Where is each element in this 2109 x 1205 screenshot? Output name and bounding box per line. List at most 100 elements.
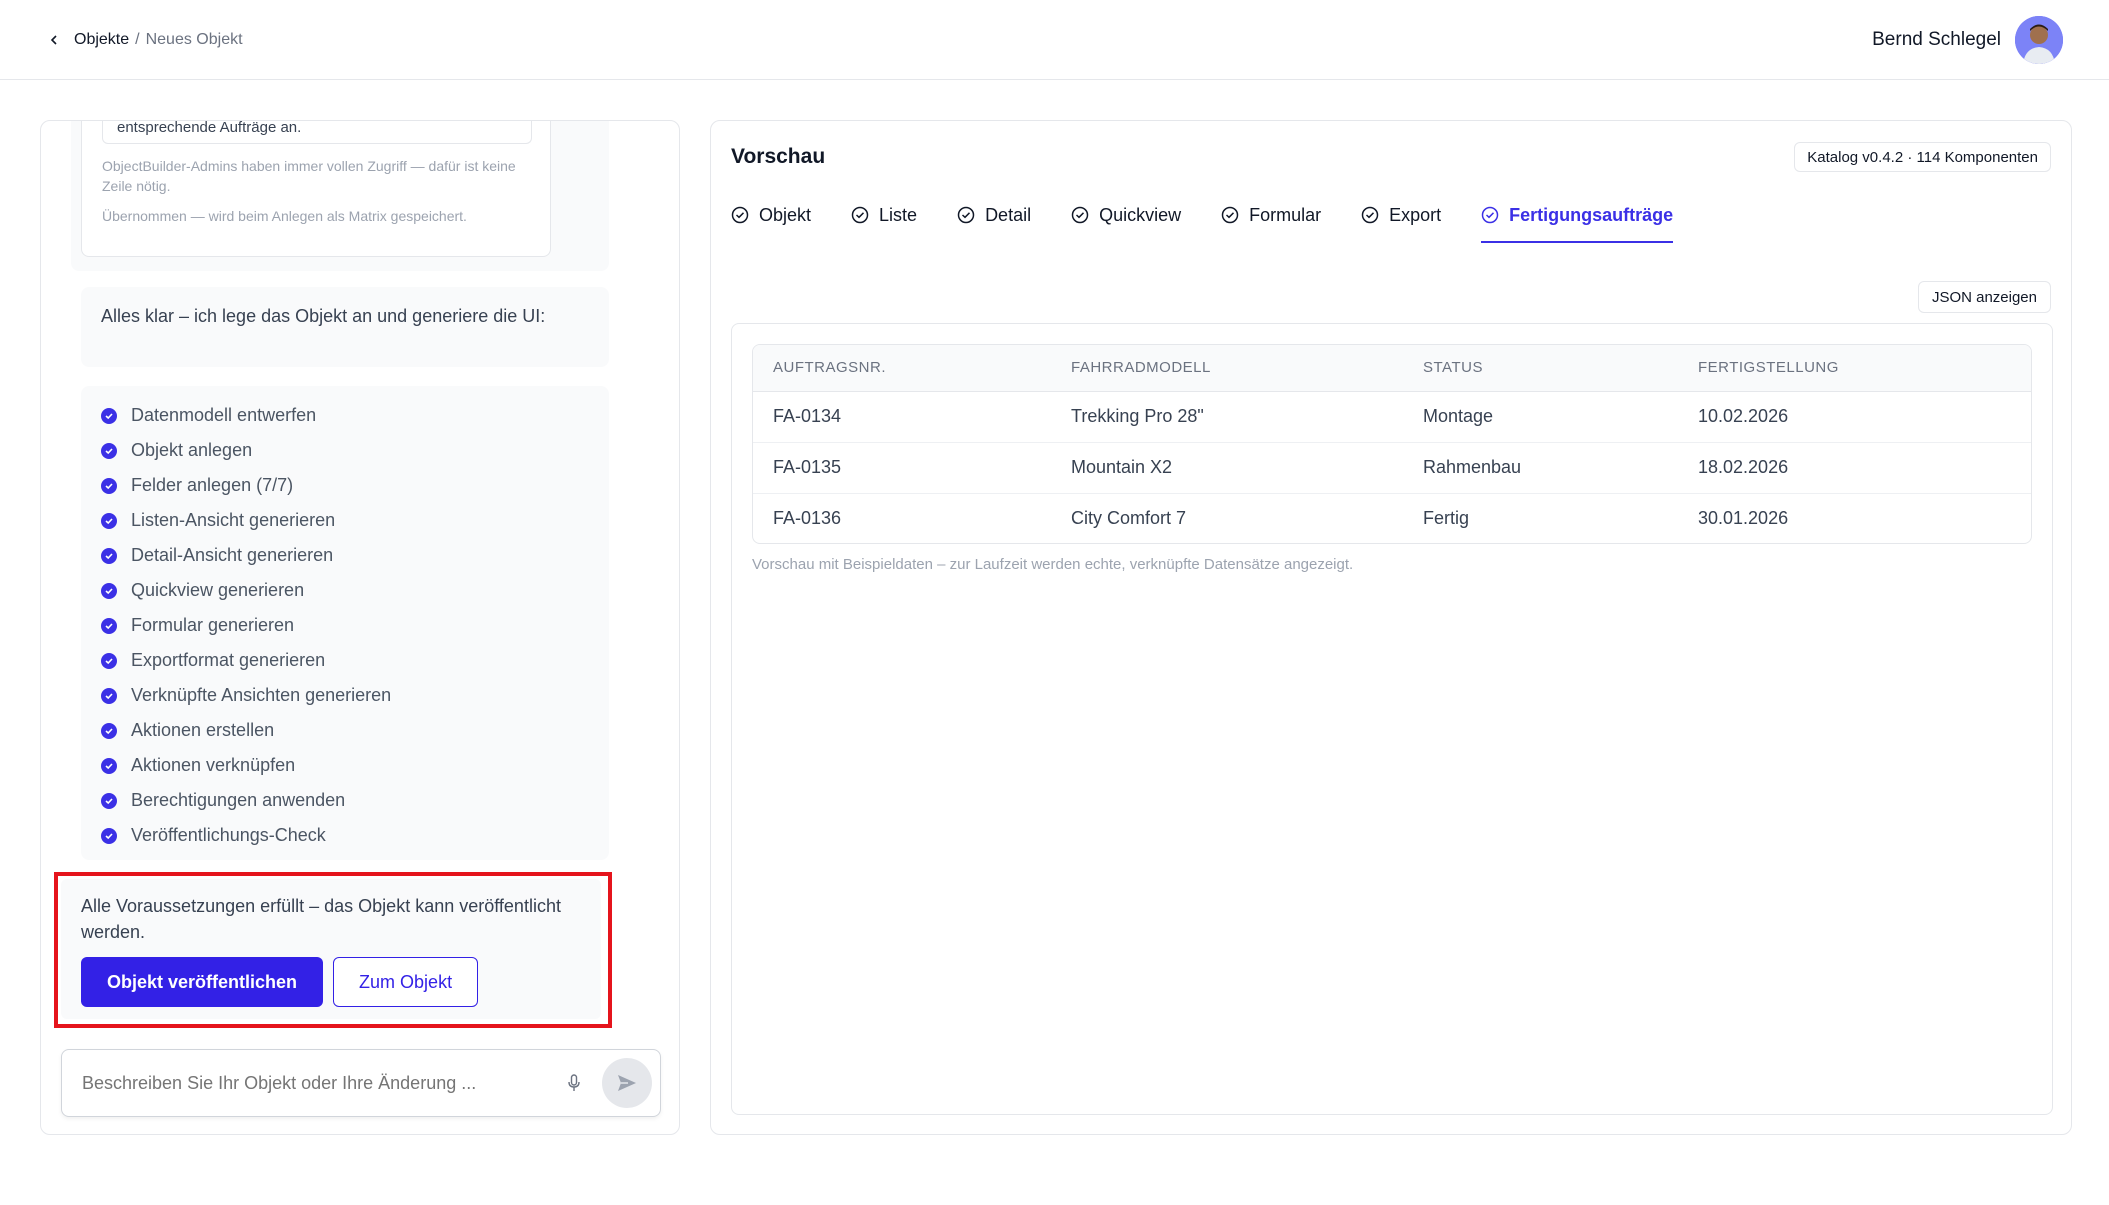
send-button[interactable] <box>602 1058 652 1108</box>
table-cell: 18.02.2026 <box>1678 442 2031 494</box>
table-row[interactable]: FA-0136 City Comfort 7 Fertig 30.01.2026 <box>753 493 2031 543</box>
step-label: Verknüpfte Ansichten generieren <box>131 685 392 705</box>
step-label: Aktionen verknüpfen <box>131 755 296 775</box>
preview-title: Vorschau <box>731 145 826 168</box>
step-item: Listen-Ansicht generieren <box>101 503 589 538</box>
preview-tabs: Objekt Liste Detail Quickview Formular E… <box>731 187 1674 243</box>
table-header-row: AUFTRAGSNR. FAHRRADMODELL STATUS FERTIGS… <box>753 345 2031 392</box>
chat-panel: entsprechende Aufträge an. ObjectBuilder… <box>40 120 680 1135</box>
permission-note-saved: Übernommen — wird beim Anlegen als Matri… <box>102 208 467 224</box>
check-circle-icon <box>731 206 749 224</box>
tab-formular[interactable]: Formular <box>1221 187 1321 243</box>
check-circle-icon <box>1071 206 1089 224</box>
check-circle-icon <box>101 722 117 739</box>
orders-table: AUFTRAGSNR. FAHRRADMODELL STATUS FERTIGS… <box>752 344 2032 544</box>
column-header: STATUS <box>1403 345 1678 392</box>
step-label: Felder anlegen (7/7) <box>131 475 294 495</box>
check-circle-icon <box>101 547 117 564</box>
table-cell: Mountain X2 <box>1051 442 1403 494</box>
table-cell: Montage <box>1403 391 1678 443</box>
catalog-badge: Katalog v0.4.2 · 114 Komponenten <box>1794 142 2051 172</box>
step-label: Berechtigungen anwenden <box>131 790 346 810</box>
tab-label: Objekt <box>759 204 812 225</box>
tab-label: Formular <box>1249 204 1322 225</box>
step-item: Exportformat generieren <box>101 643 589 678</box>
check-circle-icon <box>101 652 117 669</box>
tab-liste[interactable]: Liste <box>851 187 917 243</box>
breadcrumb-separator: / <box>135 30 140 48</box>
chat-composer <box>61 1049 661 1117</box>
tab-export[interactable]: Export <box>1361 187 1441 243</box>
step-item: Aktionen erstellen <box>101 713 589 748</box>
step-item: Detail-Ansicht generieren <box>101 538 589 573</box>
permission-row-text: entsprechende Aufträge an. <box>117 120 302 136</box>
breadcrumb-current: Neues Objekt <box>145 30 243 48</box>
table-cell: 10.02.2026 <box>1678 391 2031 443</box>
show-json-button[interactable]: JSON anzeigen <box>1917 281 2051 313</box>
check-circle-icon <box>101 687 117 704</box>
step-item: Veröffentlichungs-Check <box>101 818 589 853</box>
permission-row: entsprechende Aufträge an. <box>102 120 532 144</box>
check-circle-icon <box>101 617 117 634</box>
user-name: Bernd Schlegel <box>1872 28 2001 50</box>
check-circle-icon <box>851 206 869 224</box>
breadcrumb: Objekte / Neues Objekt <box>42 28 243 52</box>
step-label: Formular generieren <box>131 615 295 635</box>
table-cell: FA-0135 <box>753 442 1051 494</box>
table-cell: Trekking Pro 28" <box>1051 391 1403 443</box>
permission-note-admins: ObjectBuilder-Admins haben immer vollen … <box>102 158 516 194</box>
step-item: Berechtigungen anwenden <box>101 783 589 818</box>
chevron-left-icon <box>50 34 57 45</box>
step-label: Quickview generieren <box>131 580 305 600</box>
send-icon <box>618 1075 636 1091</box>
tab-label: Fertigungsaufträge <box>1509 204 1674 225</box>
microphone-icon[interactable] <box>562 1071 586 1095</box>
permission-card: entsprechende Aufträge an. ObjectBuilder… <box>81 120 551 257</box>
check-circle-icon <box>101 442 117 459</box>
tab-label: Detail <box>985 204 1032 225</box>
check-circle-icon <box>957 206 975 224</box>
step-item: Objekt anlegen <box>101 433 589 468</box>
check-circle-icon <box>101 477 117 494</box>
table-cell: FA-0134 <box>753 391 1051 443</box>
step-item: Aktionen verknüpfen <box>101 748 589 783</box>
tab-objekt[interactable]: Objekt <box>731 187 811 243</box>
avatar[interactable] <box>2015 15 2063 64</box>
table-row[interactable]: FA-0135 Mountain X2 Rahmenbau 18.02.2026 <box>753 442 2031 494</box>
table-row[interactable]: FA-0134 Trekking Pro 28" Montage 10.02.2… <box>753 391 2031 443</box>
step-label: Listen-Ansicht generieren <box>131 510 336 530</box>
breadcrumb-objekte[interactable]: Objekte <box>74 31 129 49</box>
check-circle-icon <box>101 757 117 774</box>
chat-input[interactable] <box>82 1072 562 1094</box>
tab-quickview[interactable]: Quickview <box>1071 187 1181 243</box>
check-circle-icon <box>1361 206 1379 224</box>
step-label: Objekt anlegen <box>131 440 253 460</box>
check-circle-icon <box>101 512 117 529</box>
tab-detail[interactable]: Detail <box>957 187 1031 243</box>
back-button[interactable] <box>42 28 66 52</box>
step-label: Veröffentlichungs-Check <box>131 825 326 845</box>
step-item: Formular generieren <box>101 608 589 643</box>
table-cell: 30.01.2026 <box>1698 508 1789 529</box>
column-header: FAHRRADMODELL <box>1051 345 1403 392</box>
tab-fertigungsauftraege[interactable]: Fertigungsaufträge <box>1481 187 1674 243</box>
app-root: Objekte / Neues Objekt Bernd Schlegel en… <box>0 0 2109 1205</box>
step-item: Felder anlegen (7/7) <box>101 468 589 503</box>
top-header: Objekte / Neues Objekt Bernd Schlegel <box>0 0 2109 80</box>
check-circle-icon <box>101 827 117 844</box>
highlight-frame <box>54 872 612 1028</box>
step-label: Exportformat generieren <box>131 650 326 670</box>
progress-steps: Datenmodell entwerfen Objekt anlegen Fel… <box>81 386 609 860</box>
user-avatar-icon <box>2015 15 2063 64</box>
table-cell: Rahmenbau <box>1403 442 1678 494</box>
check-circle-icon <box>101 407 117 424</box>
check-circle-icon <box>101 582 117 599</box>
step-item: Verknüpfte Ansichten generieren <box>101 678 589 713</box>
column-header: FERTIGSTELLUNG <box>1678 345 2031 392</box>
check-circle-icon <box>1221 206 1239 224</box>
assistant-message: Alles klar – ich lege das Objekt an und … <box>81 287 609 367</box>
user-menu[interactable]: Bernd Schlegel <box>1872 15 2063 64</box>
tab-label: Quickview <box>1099 204 1182 225</box>
step-label: Detail-Ansicht generieren <box>131 545 334 565</box>
preview-panel: Vorschau Katalog v0.4.2 · 114 Komponente… <box>710 120 2072 1135</box>
